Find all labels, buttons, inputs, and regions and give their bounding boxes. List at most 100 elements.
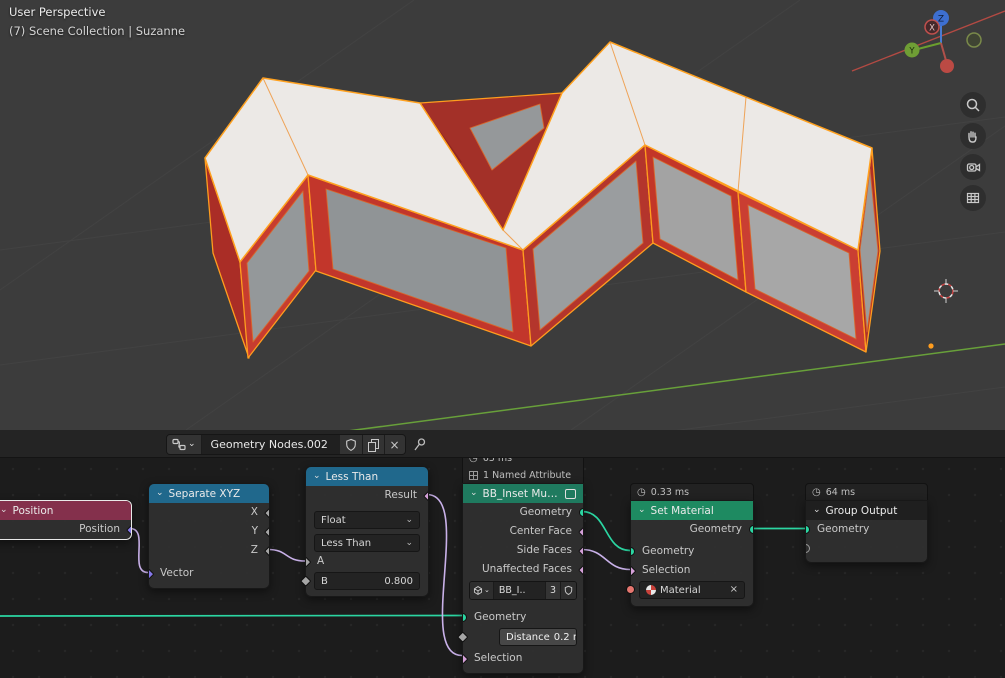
node-title: Position — [13, 505, 54, 517]
gizmo-axis-x[interactable] — [940, 59, 954, 73]
collapse-icon[interactable]: ⌄ — [638, 506, 646, 515]
geometry-input-row: Geometry — [463, 608, 583, 627]
cursor-3d — [934, 279, 958, 303]
socket-geometry-output[interactable] — [579, 508, 583, 517]
data-type-row: Float ⌄ — [306, 511, 428, 529]
timing-row: ◷ 64 ms — [806, 484, 927, 501]
socket-geometry-input[interactable] — [463, 613, 467, 622]
grid-icon — [965, 190, 981, 206]
collapse-icon[interactable]: ⌄ — [470, 489, 478, 498]
socket-geometry-input[interactable] — [806, 525, 810, 534]
fake-user-toggle[interactable] — [561, 582, 576, 599]
node-set-material[interactable]: ⌄ Set Material Geometry Geometry Selecti… — [630, 500, 754, 607]
node-title: Separate XYZ — [169, 488, 241, 500]
material-field[interactable]: Material × — [639, 581, 745, 599]
socket-selection-input[interactable] — [463, 653, 468, 664]
socket-unaffected-faces-output[interactable] — [578, 564, 583, 575]
distance-input-row: Distance 0.2 m — [463, 627, 583, 647]
users-count-button[interactable]: 3 — [546, 582, 561, 599]
socket-result-output[interactable] — [423, 490, 428, 501]
socket-virtual-input[interactable] — [806, 544, 810, 553]
socket-material-input[interactable] — [626, 585, 635, 594]
geometry-output-row: Geometry — [631, 520, 753, 539]
named-attribute-label: 1 Named Attribute — [483, 470, 571, 481]
result-output-row: Result — [306, 486, 428, 505]
hand-icon — [965, 128, 981, 144]
socket-geometry-output[interactable] — [749, 525, 753, 534]
unlink-datablock-button[interactable]: × — [385, 435, 405, 454]
wire-position-vector — [130, 529, 148, 573]
node-separate-xyz[interactable]: ⌄ Separate XYZ X Y Z Vector — [148, 483, 270, 589]
socket-a-input[interactable] — [306, 556, 311, 567]
pan-button[interactable] — [960, 123, 986, 149]
viewport-3d[interactable]: User Perspective (7) Scene Collection | … — [0, 0, 1005, 430]
viewport-canvas — [0, 0, 1005, 430]
collapse-icon[interactable]: ⌄ — [156, 489, 164, 498]
field-value: Material — [660, 585, 726, 596]
collapse-icon[interactable]: ⌄ — [313, 472, 321, 481]
node-tree-name-field[interactable]: Geometry Nodes.002 — [202, 435, 340, 454]
data-type-dropdown[interactable]: Float ⌄ — [314, 511, 420, 529]
collapse-icon[interactable]: ⌄ — [0, 506, 8, 515]
socket-x-output[interactable] — [264, 507, 269, 518]
socket-selection-input[interactable] — [631, 565, 636, 576]
input-a-row: A — [306, 552, 428, 571]
close-icon: × — [390, 439, 400, 451]
node-position-header[interactable]: ⌄ Position — [0, 501, 131, 520]
browse-group-button[interactable]: ⌄ — [470, 582, 494, 599]
socket-y-output[interactable] — [264, 526, 269, 537]
b-value-field[interactable]: B 0.800 — [314, 572, 420, 590]
wire-inset-setmaterial-geometry — [582, 512, 630, 551]
group-name-field[interactable]: BB_I.. — [494, 582, 546, 599]
camera-view-button[interactable] — [960, 154, 986, 180]
pin-button[interactable] — [410, 435, 428, 453]
output-label: Side Faces — [517, 544, 572, 556]
zoom-icon — [965, 97, 981, 113]
operation-row: Less Than ⌄ — [306, 534, 428, 552]
object-origin-dot — [928, 343, 933, 348]
browse-node-tree-button[interactable]: ⌄ — [167, 435, 202, 454]
position-output-row: Position — [0, 520, 131, 539]
operation-dropdown[interactable]: Less Than ⌄ — [314, 534, 420, 552]
socket-side-faces-output[interactable] — [578, 545, 583, 556]
node-inset-header[interactable]: ⌄ BB_Inset Multiple — [463, 484, 583, 503]
collapse-icon[interactable]: ⌄ — [813, 506, 821, 515]
node-less-than[interactable]: ⌄ Less Than Result Float ⌄ Less Than ⌄ — [305, 466, 429, 597]
object-data-icon — [473, 585, 483, 596]
input-b-row: B 0.800 — [306, 571, 428, 591]
node-group-output[interactable]: ⌄ Group Output Geometry — [805, 500, 928, 563]
node-group-output-header[interactable]: ⌄ Group Output — [806, 501, 927, 520]
distance-field[interactable]: Distance 0.2 m — [499, 628, 577, 646]
node-separate-xyz-header[interactable]: ⌄ Separate XYZ — [149, 484, 269, 503]
wire-result-selection — [427, 495, 462, 656]
fake-user-button[interactable] — [340, 435, 363, 454]
gizmo-canvas: Z X Y — [896, 4, 988, 88]
navigation-gizmo[interactable]: Z X Y — [896, 4, 988, 88]
ortho-grid-button[interactable] — [960, 185, 986, 211]
new-copy-button[interactable] — [363, 435, 385, 454]
geometry-node-editor[interactable]: ⌄ Geometry Nodes.002 × — [0, 430, 1005, 678]
socket-geometry-input[interactable] — [631, 547, 635, 556]
zoom-button[interactable] — [960, 92, 986, 118]
node-bb-inset-multiple[interactable]: ⌄ BB_Inset Multiple Geometry Center Face… — [462, 483, 584, 674]
output-label: Center Face — [510, 525, 572, 537]
close-icon[interactable]: × — [730, 585, 738, 595]
gizmo-z-label: Z — [938, 15, 944, 25]
socket-z-output[interactable] — [264, 545, 269, 556]
pin-icon — [412, 437, 427, 452]
input-label: Selection — [474, 652, 522, 664]
mesh-object[interactable] — [205, 42, 880, 358]
nodetree-icon — [172, 438, 186, 451]
socket-vector-input[interactable] — [149, 568, 154, 579]
material-input-row: Material × — [631, 580, 753, 600]
output-label: Result — [385, 489, 417, 501]
socket-position-output[interactable] — [126, 524, 131, 535]
input-label: A — [317, 555, 324, 567]
gizmo-axis-y-neg[interactable] — [967, 33, 981, 47]
node-set-material-header[interactable]: ⌄ Set Material — [631, 501, 753, 520]
selection-input-row: Selection — [631, 561, 753, 580]
socket-center-face-output[interactable] — [578, 526, 583, 537]
gizmo-x-label: X — [929, 24, 935, 34]
node-less-than-header[interactable]: ⌄ Less Than — [306, 467, 428, 486]
node-position[interactable]: ⌄ Position Position — [0, 500, 132, 540]
